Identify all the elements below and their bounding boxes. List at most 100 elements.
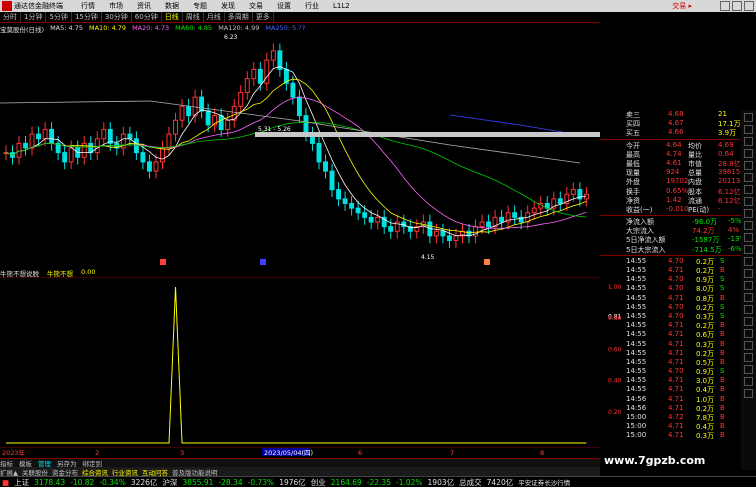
- period-1min[interactable]: 1分钟: [21, 12, 47, 22]
- tick-side: B: [720, 330, 725, 339]
- side-tool-button[interactable]: [744, 149, 753, 158]
- side-tool-button[interactable]: [744, 245, 753, 254]
- sh-label[interactable]: 上证: [14, 477, 29, 487]
- ma5-label: MA5: 4.75: [50, 24, 83, 32]
- tick-side: B: [720, 385, 725, 394]
- tick-row[interactable]: 14:55 4.71 0.2万 B: [600, 266, 756, 275]
- period-day[interactable]: 日线: [162, 12, 183, 22]
- menu-hangye[interactable]: 行业: [305, 1, 319, 11]
- period-week[interactable]: 周线: [183, 12, 204, 22]
- tab-news[interactable]: 综合资讯: [82, 467, 108, 477]
- sh-value: 3178.43: [34, 477, 66, 487]
- period-month[interactable]: 月线: [204, 12, 225, 22]
- menu-zhuanti[interactable]: 专题: [193, 1, 207, 11]
- candle: [570, 189, 576, 195]
- period-more[interactable]: 更多: [253, 12, 274, 22]
- order-book-row[interactable]: 买五 4.66 3.9万: [600, 128, 756, 137]
- side-tool-button[interactable]: [744, 233, 753, 242]
- order-book-row[interactable]: 卖三 4.68 21: [600, 110, 756, 119]
- side-tool-button[interactable]: [744, 113, 753, 122]
- stat-row[interactable]: 现量 924 总量 39815: [600, 168, 756, 177]
- side-tool-button[interactable]: [744, 137, 753, 146]
- sub-axis-tick: 0.80: [608, 315, 622, 322]
- tab-fund-dist[interactable]: 资金分布: [52, 467, 78, 477]
- fund-flow-row[interactable]: 5日大宗流入 -714.5万 -6%: [600, 245, 756, 254]
- tab-extend[interactable]: 扩展▲: [0, 467, 18, 477]
- candle: [342, 198, 348, 204]
- tab-related[interactable]: 关联股份: [22, 467, 48, 477]
- period-30min[interactable]: 30分钟: [102, 12, 132, 22]
- event-marker[interactable]: [484, 259, 490, 265]
- tick-side: S: [720, 302, 725, 311]
- maximize-button[interactable]: [732, 1, 742, 11]
- stat-row[interactable]: 净资 1.42 流通 6.12亿: [600, 196, 756, 205]
- price-chart[interactable]: 5.31 - 5.26 6.23 4.15: [0, 33, 600, 265]
- menu-shichang[interactable]: 市场: [109, 1, 123, 11]
- menu-l1l2[interactable]: L1L2: [333, 2, 350, 10]
- period-multi[interactable]: 多周期: [225, 12, 253, 22]
- menu-shezhi[interactable]: 设置: [277, 1, 291, 11]
- candle: [160, 147, 165, 163]
- right-toolbar: [741, 110, 756, 470]
- side-tool-button[interactable]: [744, 281, 753, 290]
- sub-indicator-name: 牛熊不想说脱: [0, 270, 39, 278]
- menu-hangqing[interactable]: 行情: [81, 1, 95, 11]
- menu-zixun[interactable]: 资讯: [137, 1, 151, 11]
- sz-label[interactable]: 沪深: [162, 477, 177, 487]
- fund-flow-row[interactable]: 大宗流入 74.2万 4%: [600, 226, 756, 235]
- period-15min[interactable]: 15分钟: [72, 12, 102, 22]
- stat-row[interactable]: 收益(一) -0.010 PE(动) -: [600, 205, 756, 214]
- flow-pct: -5%: [728, 217, 742, 226]
- tab-industry-news[interactable]: 行业资讯: [112, 467, 138, 477]
- stat-row[interactable]: 最高 4.74 量比 0.64: [600, 150, 756, 159]
- side-tool-button[interactable]: [744, 377, 753, 386]
- trade-button[interactable]: 交易 ▸: [672, 1, 692, 11]
- side-tool-button[interactable]: [744, 293, 753, 302]
- tick-price: 4.71: [668, 422, 684, 431]
- event-marker[interactable]: [160, 259, 166, 265]
- menu-faxian[interactable]: 发现: [221, 1, 235, 11]
- stat-row[interactable]: 外盘 19702 内盘 20113: [600, 177, 756, 186]
- minimize-button[interactable]: [720, 1, 730, 11]
- candle: [251, 68, 257, 80]
- order-book-row[interactable]: 买四 4.67 17.1万: [600, 119, 756, 128]
- candle: [329, 170, 335, 191]
- side-tool-button[interactable]: [744, 341, 753, 350]
- side-tool-button[interactable]: [744, 389, 753, 398]
- menu-jiaoyi[interactable]: 交易: [249, 1, 263, 11]
- side-tool-button[interactable]: [744, 317, 753, 326]
- stat-row[interactable]: 换手 0.65% 股本 6.12亿: [600, 187, 756, 196]
- stat-row[interactable]: 今开 4.64 均价 4.69: [600, 141, 756, 150]
- tab-qa[interactable]: 互动问答: [142, 467, 168, 477]
- side-tool-button[interactable]: [744, 269, 753, 278]
- side-tool-button[interactable]: [744, 365, 753, 374]
- side-tool-button[interactable]: [744, 125, 753, 134]
- event-marker[interactable]: [260, 259, 266, 265]
- period-60min[interactable]: 60分钟: [132, 12, 162, 22]
- tab-help[interactable]: 普及版功能说明: [172, 467, 218, 477]
- side-tool-button[interactable]: [744, 161, 753, 170]
- period-5min[interactable]: 5分钟: [46, 12, 72, 22]
- stat-row[interactable]: 最低 4.61 市值 28.8亿: [600, 159, 756, 168]
- side-tool-button[interactable]: [744, 305, 753, 314]
- side-tool-button[interactable]: [744, 197, 753, 206]
- period-fenshi[interactable]: 分时: [0, 12, 21, 22]
- side-tool-button[interactable]: [744, 329, 753, 338]
- tick-side: B: [720, 431, 725, 440]
- fund-flow-row[interactable]: 5日净流入额 -1587万 -13%: [600, 235, 756, 244]
- tick-price: 4.70: [668, 311, 684, 320]
- side-tool-button[interactable]: [744, 221, 753, 230]
- side-tool-button[interactable]: [744, 257, 753, 266]
- close-button[interactable]: [744, 1, 754, 11]
- side-tool-button[interactable]: [744, 185, 753, 194]
- cy-label[interactable]: 创业: [311, 477, 326, 487]
- fund-flow-row[interactable]: 净流入额 -96.0万 -5%: [600, 217, 756, 226]
- side-tool-button[interactable]: [744, 209, 753, 218]
- tick-side: B: [720, 266, 725, 274]
- sub-indicator-chart[interactable]: 1.000.810.800.600.400.20: [0, 277, 600, 447]
- side-tool-button[interactable]: [744, 173, 753, 182]
- menu-shuju[interactable]: 数据: [165, 1, 179, 11]
- side-tool-button[interactable]: [744, 353, 753, 362]
- tick-row[interactable]: 14:55 4.70 0.2万 S: [600, 257, 756, 266]
- stat-label: 收益(一): [626, 205, 653, 214]
